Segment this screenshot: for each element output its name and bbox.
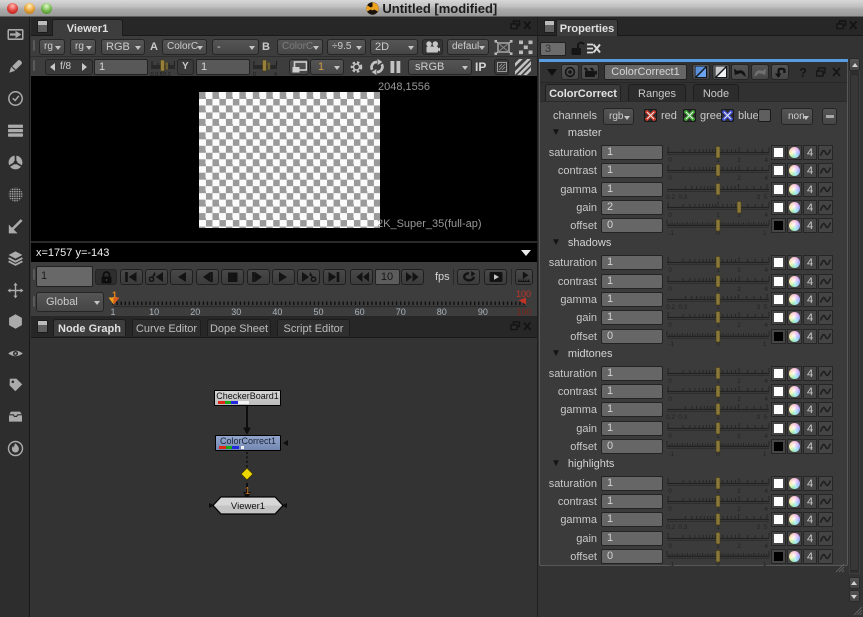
svg-text:100: 100 bbox=[516, 290, 531, 299]
svg-text:50: 50 bbox=[313, 307, 323, 316]
svg-text:1: 1 bbox=[110, 307, 115, 316]
svg-text:70: 70 bbox=[396, 307, 406, 316]
svg-text:-1: -1 bbox=[668, 451, 674, 457]
svg-text:1: 1 bbox=[763, 230, 767, 236]
svg-text:10: 10 bbox=[149, 307, 159, 316]
svg-text:100: 100 bbox=[516, 307, 531, 316]
svg-text:1: 1 bbox=[763, 341, 767, 347]
svg-text:20: 20 bbox=[190, 307, 200, 316]
svg-text:Viewer1: Viewer1 bbox=[231, 501, 265, 512]
svg-text:-1: -1 bbox=[668, 561, 674, 567]
svg-text:-1: -1 bbox=[668, 341, 674, 347]
svg-text:30: 30 bbox=[231, 307, 241, 316]
svg-text:40: 40 bbox=[272, 307, 282, 316]
svg-text:80: 80 bbox=[437, 307, 447, 316]
svg-text:60: 60 bbox=[355, 307, 365, 316]
svg-text:1: 1 bbox=[763, 451, 767, 457]
svg-text:1: 1 bbox=[763, 561, 767, 567]
svg-text:90: 90 bbox=[478, 307, 488, 316]
svg-text:-1: -1 bbox=[668, 230, 674, 236]
